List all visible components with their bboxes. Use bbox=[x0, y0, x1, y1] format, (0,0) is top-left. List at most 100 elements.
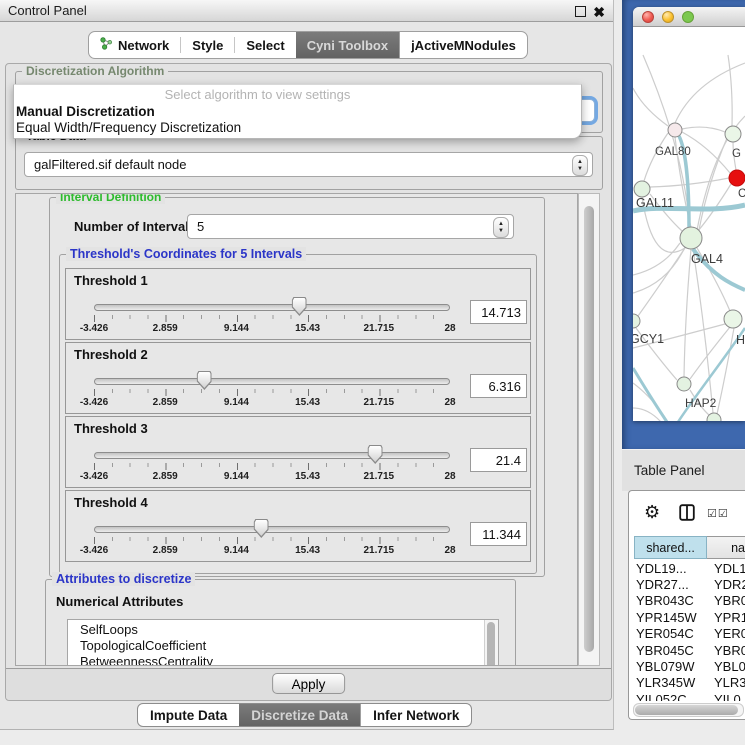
threshold-value-field[interactable]: 21.4 bbox=[470, 448, 527, 472]
stepper-icon[interactable]: ▲ ▼ bbox=[572, 155, 588, 176]
slider-track[interactable] bbox=[94, 378, 450, 385]
table-row[interactable]: YDL19... YDL1 bbox=[634, 560, 745, 576]
cell-shared-name[interactable]: YER054C bbox=[634, 626, 708, 641]
tick-label: 28 bbox=[444, 397, 455, 408]
table-row[interactable]: YDR27... YDR2 bbox=[634, 576, 745, 592]
slider-thumb[interactable] bbox=[197, 371, 212, 390]
float-window-icon[interactable] bbox=[575, 6, 586, 17]
cell-name[interactable]: YBR0 bbox=[708, 643, 745, 658]
slider-major-ticks bbox=[94, 463, 451, 470]
column-header-shared-name[interactable]: shared... bbox=[634, 536, 707, 559]
table-data-combobox[interactable]: galFiltered.sif default node ▲ ▼ bbox=[24, 152, 593, 177]
table-row[interactable]: YER054C YER0 bbox=[634, 626, 745, 642]
tick-label: 9.144 bbox=[224, 545, 249, 556]
menu-item-manual-discretization[interactable]: Manual Discretization bbox=[14, 104, 581, 120]
cell-shared-name[interactable]: YDR27... bbox=[634, 577, 708, 592]
tick-label: 9.144 bbox=[224, 471, 249, 482]
tab-style[interactable]: Style bbox=[181, 32, 234, 58]
table-row[interactable]: YBL079W YBL0 bbox=[634, 658, 745, 674]
node-hap2[interactable] bbox=[677, 377, 691, 391]
columns-icon[interactable] bbox=[679, 504, 695, 524]
panel-scrollbar[interactable] bbox=[578, 193, 600, 666]
cell-shared-name[interactable]: YIL052C bbox=[634, 692, 708, 701]
table-row[interactable]: YPR145W YPR1 bbox=[634, 609, 745, 625]
apply-button[interactable]: Apply bbox=[272, 673, 346, 694]
apply-strip: Apply bbox=[6, 668, 611, 700]
node-top-right[interactable] bbox=[725, 126, 741, 142]
label-h: H bbox=[736, 333, 745, 347]
slider-track[interactable] bbox=[94, 452, 450, 459]
tick-label: 2.859 bbox=[153, 545, 178, 556]
cell-name[interactable]: YDR2 bbox=[708, 577, 745, 592]
tab-infer-network[interactable]: Infer Network bbox=[360, 704, 471, 726]
cell-shared-name[interactable]: YBR043C bbox=[634, 593, 708, 608]
slider-major-ticks bbox=[94, 315, 451, 322]
zoom-traffic-light[interactable] bbox=[682, 11, 694, 23]
scrollbar-thumb[interactable] bbox=[635, 705, 738, 715]
cell-name[interactable]: YBL0 bbox=[708, 659, 745, 674]
column-header-name[interactable]: na bbox=[707, 536, 745, 559]
cell-shared-name[interactable]: YLR345W bbox=[634, 675, 708, 690]
menu-item-equal-width-frequency[interactable]: Equal Width/Frequency Discretization bbox=[14, 120, 581, 136]
cell-shared-name[interactable]: YPR145W bbox=[634, 610, 708, 625]
cell-name[interactable]: YBR0 bbox=[708, 593, 745, 608]
cell-name[interactable]: YDL1 bbox=[708, 561, 745, 576]
tab-jactivemnodules[interactable]: jActiveMNodules bbox=[399, 32, 527, 58]
node-red-selected[interactable] bbox=[729, 170, 745, 186]
node-gal4[interactable] bbox=[680, 227, 702, 249]
cell-shared-name[interactable]: YBL079W bbox=[634, 659, 708, 674]
table-row[interactable]: YBR043C YBR0 bbox=[634, 593, 745, 609]
threshold-row: Threshold 1 -3.426 2.859 bbox=[65, 268, 531, 340]
cell-shared-name[interactable]: YBR045C bbox=[634, 643, 708, 658]
group-title: Threshold's Coordinates for 5 Intervals bbox=[66, 247, 306, 261]
table-hscrollbar[interactable] bbox=[633, 703, 744, 717]
slider-track[interactable] bbox=[94, 304, 450, 311]
node-bottom[interactable] bbox=[707, 413, 721, 421]
tab-cyni-toolbox[interactable]: Cyni Toolbox bbox=[296, 32, 399, 58]
tab-discretize-data[interactable]: Discretize Data bbox=[239, 704, 360, 726]
checkbox-icons[interactable]: ☑☑ bbox=[707, 507, 729, 520]
thresholds-group: Threshold's Coordinates for 5 Intervals … bbox=[59, 254, 537, 574]
threshold-value-field[interactable]: 6.316 bbox=[470, 374, 527, 398]
network-canvas[interactable]: GAL80 G C GAL11 GAL4 GCY1 H HAP2 bbox=[633, 28, 745, 421]
slider-thumb[interactable] bbox=[254, 519, 269, 538]
list-item[interactable]: SelfLoops bbox=[68, 622, 498, 638]
close-icon[interactable]: ✖ bbox=[593, 1, 605, 23]
tab-impute-data[interactable]: Impute Data bbox=[138, 704, 239, 726]
list-item[interactable]: BetweennessCentrality bbox=[68, 654, 498, 666]
tick-label: -3.426 bbox=[80, 397, 108, 408]
node-gcy1[interactable] bbox=[633, 314, 640, 328]
slider-thumb[interactable] bbox=[292, 297, 307, 316]
stepper-icon[interactable]: ▲ ▼ bbox=[493, 217, 509, 238]
group-title: Attributes to discretize bbox=[52, 572, 195, 586]
network-window-titlebar[interactable] bbox=[633, 7, 745, 27]
tab-network[interactable]: Network bbox=[89, 32, 180, 58]
table-row[interactable]: YLR345W YLR3 bbox=[634, 675, 745, 691]
threshold-value-field[interactable]: 14.713 bbox=[470, 300, 527, 324]
slider-track[interactable] bbox=[94, 526, 450, 533]
number-of-intervals-combobox[interactable]: 5 ▲ ▼ bbox=[187, 214, 514, 239]
node-h[interactable] bbox=[724, 310, 742, 328]
slider-thumb[interactable] bbox=[368, 445, 383, 464]
gear-icon[interactable]: ⚙ bbox=[644, 502, 660, 524]
table-row[interactable]: YIL052C YIL0 bbox=[634, 691, 745, 701]
cell-name[interactable]: YLR3 bbox=[708, 675, 745, 690]
node-gal80[interactable] bbox=[668, 123, 682, 137]
threshold-value-field[interactable]: 11.344 bbox=[470, 522, 527, 546]
scrollbar-thumb[interactable] bbox=[584, 206, 594, 652]
slider-scale: -3.426 2.859 9.144 15.43 21.715 28 bbox=[94, 397, 450, 408]
table-row[interactable]: YBR045C YBR0 bbox=[634, 642, 745, 658]
label-g: G bbox=[732, 148, 741, 160]
cell-name[interactable]: YIL0 bbox=[708, 692, 745, 701]
cell-shared-name[interactable]: YDL19... bbox=[634, 561, 708, 576]
list-item[interactable]: TopologicalCoefficient bbox=[68, 638, 498, 654]
down-arrow-icon: ▼ bbox=[498, 228, 504, 235]
list-scrollbar[interactable] bbox=[484, 620, 498, 666]
node-gal11[interactable] bbox=[634, 181, 650, 197]
scrollbar-thumb[interactable] bbox=[487, 622, 495, 666]
minimize-traffic-light[interactable] bbox=[662, 11, 674, 23]
cell-name[interactable]: YPR1 bbox=[708, 610, 745, 625]
tab-select[interactable]: Select bbox=[235, 32, 295, 58]
close-traffic-light[interactable] bbox=[642, 11, 654, 23]
cell-name[interactable]: YER0 bbox=[708, 626, 745, 641]
